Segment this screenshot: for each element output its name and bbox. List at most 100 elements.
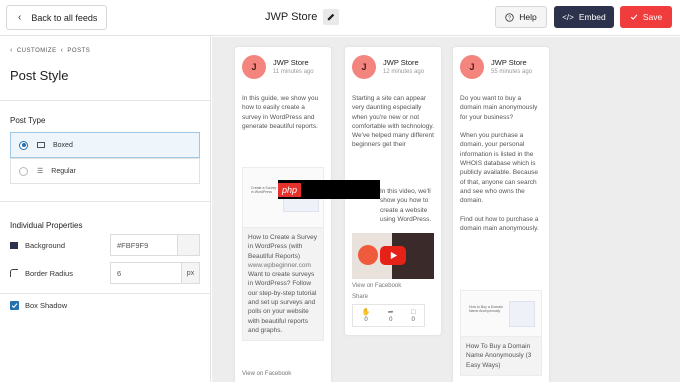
border-radius-label-wrap: Border Radius (10, 269, 110, 278)
box-shadow-checkbox[interactable] (10, 301, 19, 310)
feed-title: JWP Store (265, 11, 318, 23)
background-value: #FBF9F9 (117, 240, 149, 250)
chevron-left-icon: ‹ (18, 12, 22, 23)
breadcrumb: ‹ CUSTOMIZE ‹ POSTS (10, 47, 90, 54)
link-domain: www.wpbeginner.com (248, 261, 311, 269)
chevron-left-icon: ‹ (60, 47, 64, 54)
back-label: Back to all feeds (31, 12, 98, 23)
breadcrumb-posts[interactable]: POSTS (67, 48, 90, 54)
post-card: J JWP Store 11 minutes ago In this guide… (235, 47, 331, 382)
embed-label: Embed (578, 12, 606, 22)
border-radius-label: Border Radius (25, 268, 73, 278)
avatar[interactable]: J (242, 55, 266, 79)
play-button[interactable] (380, 246, 406, 265)
radio-unselected[interactable] (19, 166, 28, 176)
individual-properties-label: Individual Properties (10, 221, 83, 230)
post-text: Starting a site can appear very daunting… (352, 95, 434, 149)
chevron-left-icon: ‹ (10, 47, 13, 54)
border-radius-icon (10, 269, 18, 277)
divider (0, 293, 211, 294)
share-icon: ➦ (387, 309, 394, 316)
feed-preview: J JWP Store 11 minutes ago In this guide… (212, 37, 680, 382)
view-on-facebook-link[interactable]: View on Facebook (352, 283, 401, 289)
edit-title-button[interactable] (323, 9, 340, 25)
embed-button[interactable]: </> Embed (554, 6, 614, 28)
post-type-label-regular: Regular (51, 167, 76, 175)
box-shadow-label: Box Shadow (25, 301, 68, 310)
page-title: Post Style (10, 68, 69, 83)
background-label-wrap: Background (10, 241, 110, 250)
code-icon: </> (562, 12, 574, 22)
post-header: J JWP Store 11 minutes ago (235, 47, 331, 87)
likes-stat: ✋ 0 (362, 308, 371, 323)
border-radius-row: Border Radius 6 px (10, 262, 200, 284)
back-to-feeds-button[interactable]: ‹ Back to all feeds (6, 5, 107, 30)
shares-stat: ➦ 0 (388, 308, 394, 323)
thumb-illustration (509, 301, 535, 327)
top-bar: ‹ Back to all feeds JWP Store ? Help </>… (0, 0, 680, 36)
video-logo (358, 245, 378, 265)
post-type-boxed[interactable]: Boxed (10, 132, 200, 158)
comments-stat: □ 0 (411, 309, 415, 323)
save-button[interactable]: Save (620, 6, 672, 28)
likes-count: 0 (364, 317, 368, 323)
avatar[interactable]: J (460, 55, 484, 79)
author-name[interactable]: JWP Store (491, 58, 527, 67)
divider (0, 201, 211, 202)
avatar[interactable]: J (352, 55, 376, 79)
post-header: J JWP Store 55 minutes ago (453, 47, 549, 87)
save-label: Save (642, 12, 663, 22)
post-type-label-boxed: Boxed (53, 141, 73, 149)
help-label: Help (519, 12, 537, 22)
post-card: J JWP Store 55 minutes ago Do you want t… (453, 47, 549, 382)
radio-selected[interactable] (19, 140, 28, 150)
border-radius-input[interactable]: 6 px (110, 262, 200, 284)
customize-sidebar: ‹ CUSTOMIZE ‹ POSTS Post Style Post Type… (0, 36, 211, 382)
link-description: Want to create surveys in WordPress? Fol… (248, 271, 317, 334)
background-label: Background (25, 240, 66, 250)
divider (0, 100, 211, 101)
php-watermark: php (278, 182, 302, 197)
author-name[interactable]: JWP Store (273, 58, 309, 67)
author-name[interactable]: JWP Store (383, 58, 419, 67)
link-text: How to Create a Survey in WordPress (wit… (243, 228, 323, 340)
regular-icon: ☰ (37, 168, 44, 175)
background-color-input[interactable]: #FBF9F9 (110, 234, 200, 256)
play-icon (390, 251, 397, 260)
post-text: In this guide, we show you how to easily… (242, 95, 319, 130)
pencil-icon (328, 13, 335, 21)
post-type-regular[interactable]: ☰ Regular (10, 158, 200, 184)
post-stats: ✋ 0 ➦ 0 □ 0 (352, 304, 425, 327)
check-icon (11, 303, 18, 309)
shares-count: 0 (389, 317, 393, 323)
thumb-caption: Create a Survey in WordPress (251, 186, 277, 194)
feed-title-area: JWP Store (265, 9, 340, 25)
link-thumbnail: How to Buy a Domain Name Anonymously (461, 291, 541, 337)
check-icon (630, 14, 638, 20)
video-thumbnail[interactable] (352, 233, 434, 279)
comment-icon: □ (411, 308, 416, 316)
post-time: 55 minutes ago (491, 69, 533, 75)
color-swatch[interactable] (177, 235, 199, 255)
link-title: How to Create a Survey in WordPress (wit… (248, 234, 318, 260)
background-icon (10, 241, 18, 249)
link-preview[interactable]: How to Buy a Domain Name Anonymously How… (460, 290, 542, 376)
help-button[interactable]: ? Help (495, 6, 547, 28)
svg-text:?: ? (508, 15, 511, 21)
watermark-bar: php (278, 180, 380, 199)
like-icon: ✋ (361, 309, 371, 316)
boxed-icon (37, 142, 45, 148)
post-time: 11 minutes ago (273, 69, 314, 75)
box-shadow-row[interactable]: Box Shadow (10, 301, 67, 310)
breadcrumb-customize[interactable]: CUSTOMIZE (17, 48, 57, 54)
border-radius-unit: px (181, 263, 199, 283)
post-text: Do you want to buy a domain main anonymo… (460, 95, 539, 233)
border-radius-value: 6 (117, 268, 122, 278)
post-type-label: Post Type (10, 116, 46, 125)
comments-count: 0 (411, 316, 415, 323)
view-on-facebook-link[interactable]: View on Facebook (242, 371, 291, 377)
share-link[interactable]: Share (352, 294, 368, 300)
post-time: 12 minutes ago (383, 69, 425, 75)
post-header: J JWP Store 12 minutes ago (345, 47, 441, 87)
thumb-caption: How to Buy a Domain Name Anonymously (469, 305, 503, 313)
